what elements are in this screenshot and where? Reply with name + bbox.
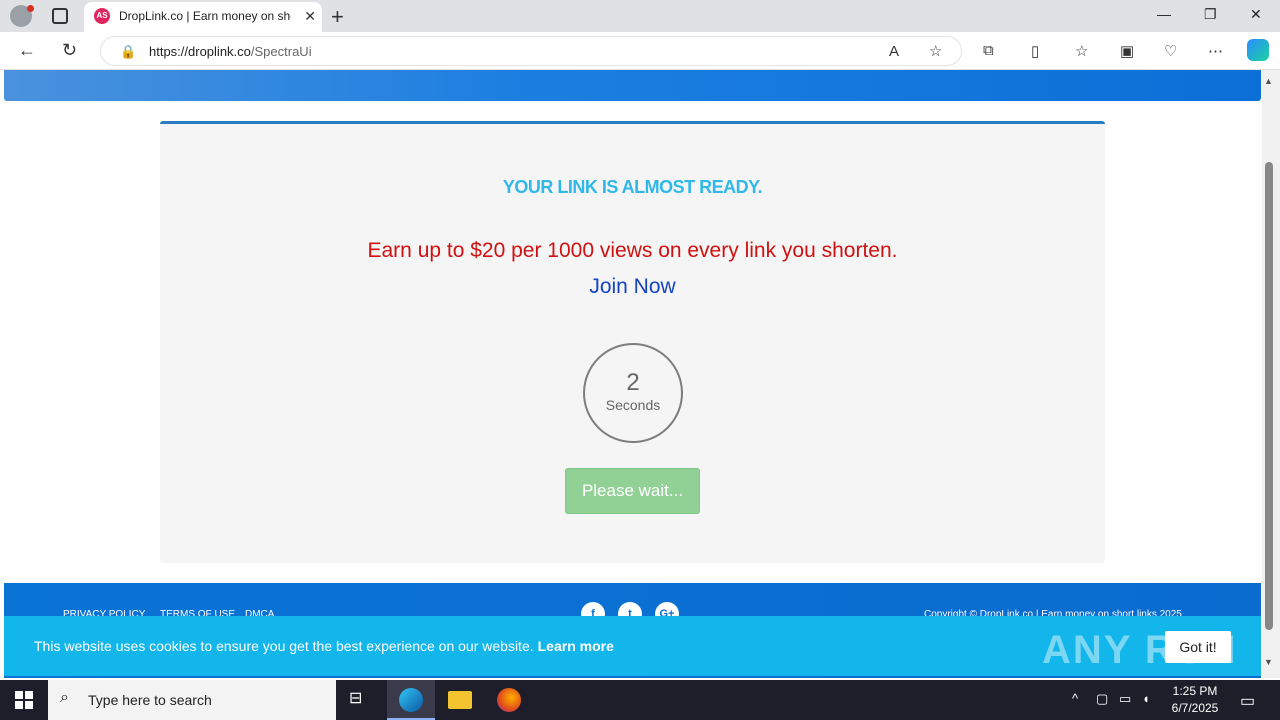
- url-host: https://droplink.co: [149, 44, 251, 59]
- device-icon[interactable]: ▢: [1096, 691, 1108, 707]
- scroll-thumb[interactable]: [1265, 162, 1273, 630]
- notifications-icon[interactable]: ▭: [1240, 691, 1255, 711]
- search-icon: ⌕: [60, 689, 69, 706]
- close-window-icon[interactable]: ✕: [1250, 6, 1262, 23]
- split-screen-icon[interactable]: ▯: [1031, 42, 1039, 60]
- scroll-down-icon[interactable]: ▼: [1264, 657, 1273, 667]
- page-viewport: YOUR LINK IS ALMOST READY. Earn up to $2…: [0, 70, 1262, 678]
- file-explorer-icon[interactable]: [448, 691, 472, 709]
- got-it-button[interactable]: Got it!: [1165, 631, 1231, 663]
- cookie-text: This website uses cookies to ensure you …: [34, 638, 534, 654]
- minimize-icon[interactable]: —: [1157, 6, 1171, 22]
- back-icon[interactable]: ←: [18, 40, 36, 61]
- read-aloud-icon[interactable]: A: [889, 43, 899, 60]
- collections-icon[interactable]: ▣: [1120, 42, 1134, 60]
- edge-taskbar-icon[interactable]: [387, 680, 435, 720]
- browser-toolbar: ← ↻ 🔒 https://droplink.co/SpectraUi A ☆ …: [0, 32, 1280, 70]
- search-placeholder: Type here to search: [88, 692, 212, 708]
- url-path: /SpectraUi: [250, 44, 312, 59]
- cookie-banner: This website uses cookies to ensure you …: [4, 616, 1261, 676]
- tray-overflow-icon[interactable]: ^: [1072, 691, 1078, 706]
- active-tab[interactable]: AS DropLink.co | Earn money on sho ✕: [84, 2, 322, 32]
- url-text: https://droplink.co/SpectraUi: [149, 44, 312, 59]
- network-icon[interactable]: ▭: [1119, 691, 1131, 707]
- firefox-icon[interactable]: [497, 688, 521, 712]
- cookie-message: This website uses cookies to ensure you …: [34, 638, 614, 654]
- taskbar-clock[interactable]: 1:25 PM 6/7/2025: [1166, 683, 1224, 717]
- clock-time: 1:25 PM: [1172, 684, 1218, 698]
- more-menu-icon[interactable]: ⋯: [1208, 42, 1223, 60]
- learn-more-link[interactable]: Learn more: [538, 638, 614, 654]
- volume-icon[interactable]: ◖: [1142, 691, 1150, 706]
- address-bar[interactable]: 🔒 https://droplink.co/SpectraUi A ☆: [100, 36, 962, 66]
- please-wait-button[interactable]: Please wait...: [565, 468, 700, 514]
- favorite-star-icon[interactable]: ☆: [929, 42, 942, 60]
- tab-title: DropLink.co | Earn money on sho: [119, 9, 291, 23]
- refresh-icon[interactable]: ↻: [62, 40, 77, 61]
- task-view-icon[interactable]: ⊟: [349, 688, 373, 712]
- countdown-unit: Seconds: [605, 397, 661, 413]
- windows-taskbar: ⌕ Type here to search ⊟ ^ ▢ ▭ ◖ 1:25 PM …: [0, 680, 1280, 720]
- countdown-timer: 2 Seconds: [583, 343, 683, 443]
- tab-actions-icon[interactable]: [52, 8, 68, 24]
- extensions-icon[interactable]: ⧉: [983, 42, 994, 59]
- browser-title-bar: AS DropLink.co | Earn money on sho ✕ + —…: [0, 0, 1280, 32]
- countdown-value: 2: [626, 369, 640, 396]
- new-tab-button[interactable]: +: [331, 4, 344, 30]
- copilot-icon[interactable]: [1247, 39, 1269, 61]
- performance-icon[interactable]: ♡: [1164, 42, 1177, 60]
- site-favicon: AS: [94, 8, 110, 24]
- start-button-icon[interactable]: [15, 691, 33, 709]
- clock-date: 6/7/2025: [1171, 701, 1219, 715]
- join-now-link[interactable]: Join Now: [160, 275, 1105, 299]
- favorites-icon[interactable]: ☆: [1075, 42, 1088, 60]
- site-header-band: [4, 70, 1261, 101]
- edge-icon: [399, 688, 423, 712]
- lock-icon[interactable]: 🔒: [120, 44, 136, 60]
- scroll-up-icon[interactable]: ▲: [1264, 76, 1273, 86]
- restore-icon[interactable]: ❐: [1204, 6, 1217, 23]
- link-ready-card: YOUR LINK IS ALMOST READY. Earn up to $2…: [160, 121, 1105, 563]
- taskbar-search[interactable]: ⌕ Type here to search: [48, 680, 336, 720]
- page-headline: YOUR LINK IS ALMOST READY.: [502, 177, 763, 197]
- earnings-promo: Earn up to $20 per 1000 views on every l…: [367, 239, 898, 262]
- notification-dot: [27, 5, 34, 12]
- tab-close-icon[interactable]: ✕: [304, 8, 316, 25]
